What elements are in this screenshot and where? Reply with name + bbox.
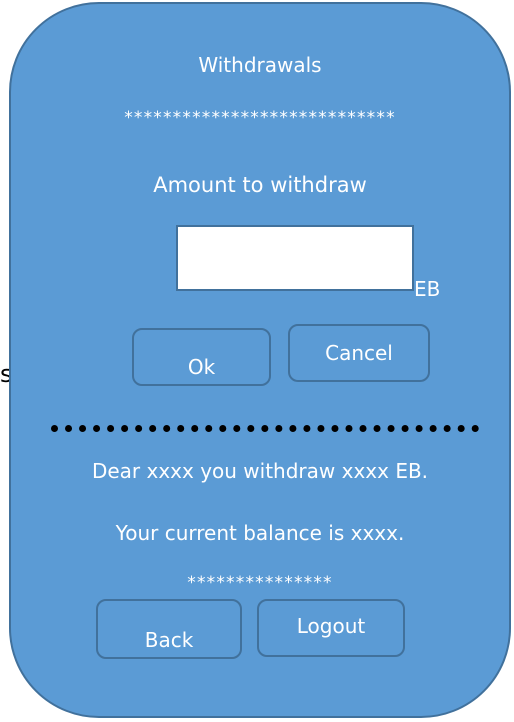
ok-button[interactable]: Ok (132, 328, 271, 386)
screen-title: Withdrawals (198, 53, 322, 77)
withdrawals-screen: Withdrawals ****************************… (9, 2, 511, 718)
back-button[interactable]: Back (96, 599, 242, 659)
balance-message: Your current balance is xxxx. (115, 521, 405, 545)
top-stars-divider: **************************** (124, 108, 396, 128)
bottom-stars-divider: *************** (187, 573, 333, 593)
logout-button[interactable]: Logout (257, 599, 405, 657)
cancel-button[interactable]: Cancel (288, 324, 430, 382)
currency-unit: EB (414, 277, 441, 301)
amount-label: Amount to withdraw (153, 173, 367, 197)
withdraw-message: Dear xxxx you withdraw xxxx EB. (91, 459, 429, 483)
dotted-separator (51, 425, 479, 432)
amount-input[interactable] (176, 225, 414, 291)
